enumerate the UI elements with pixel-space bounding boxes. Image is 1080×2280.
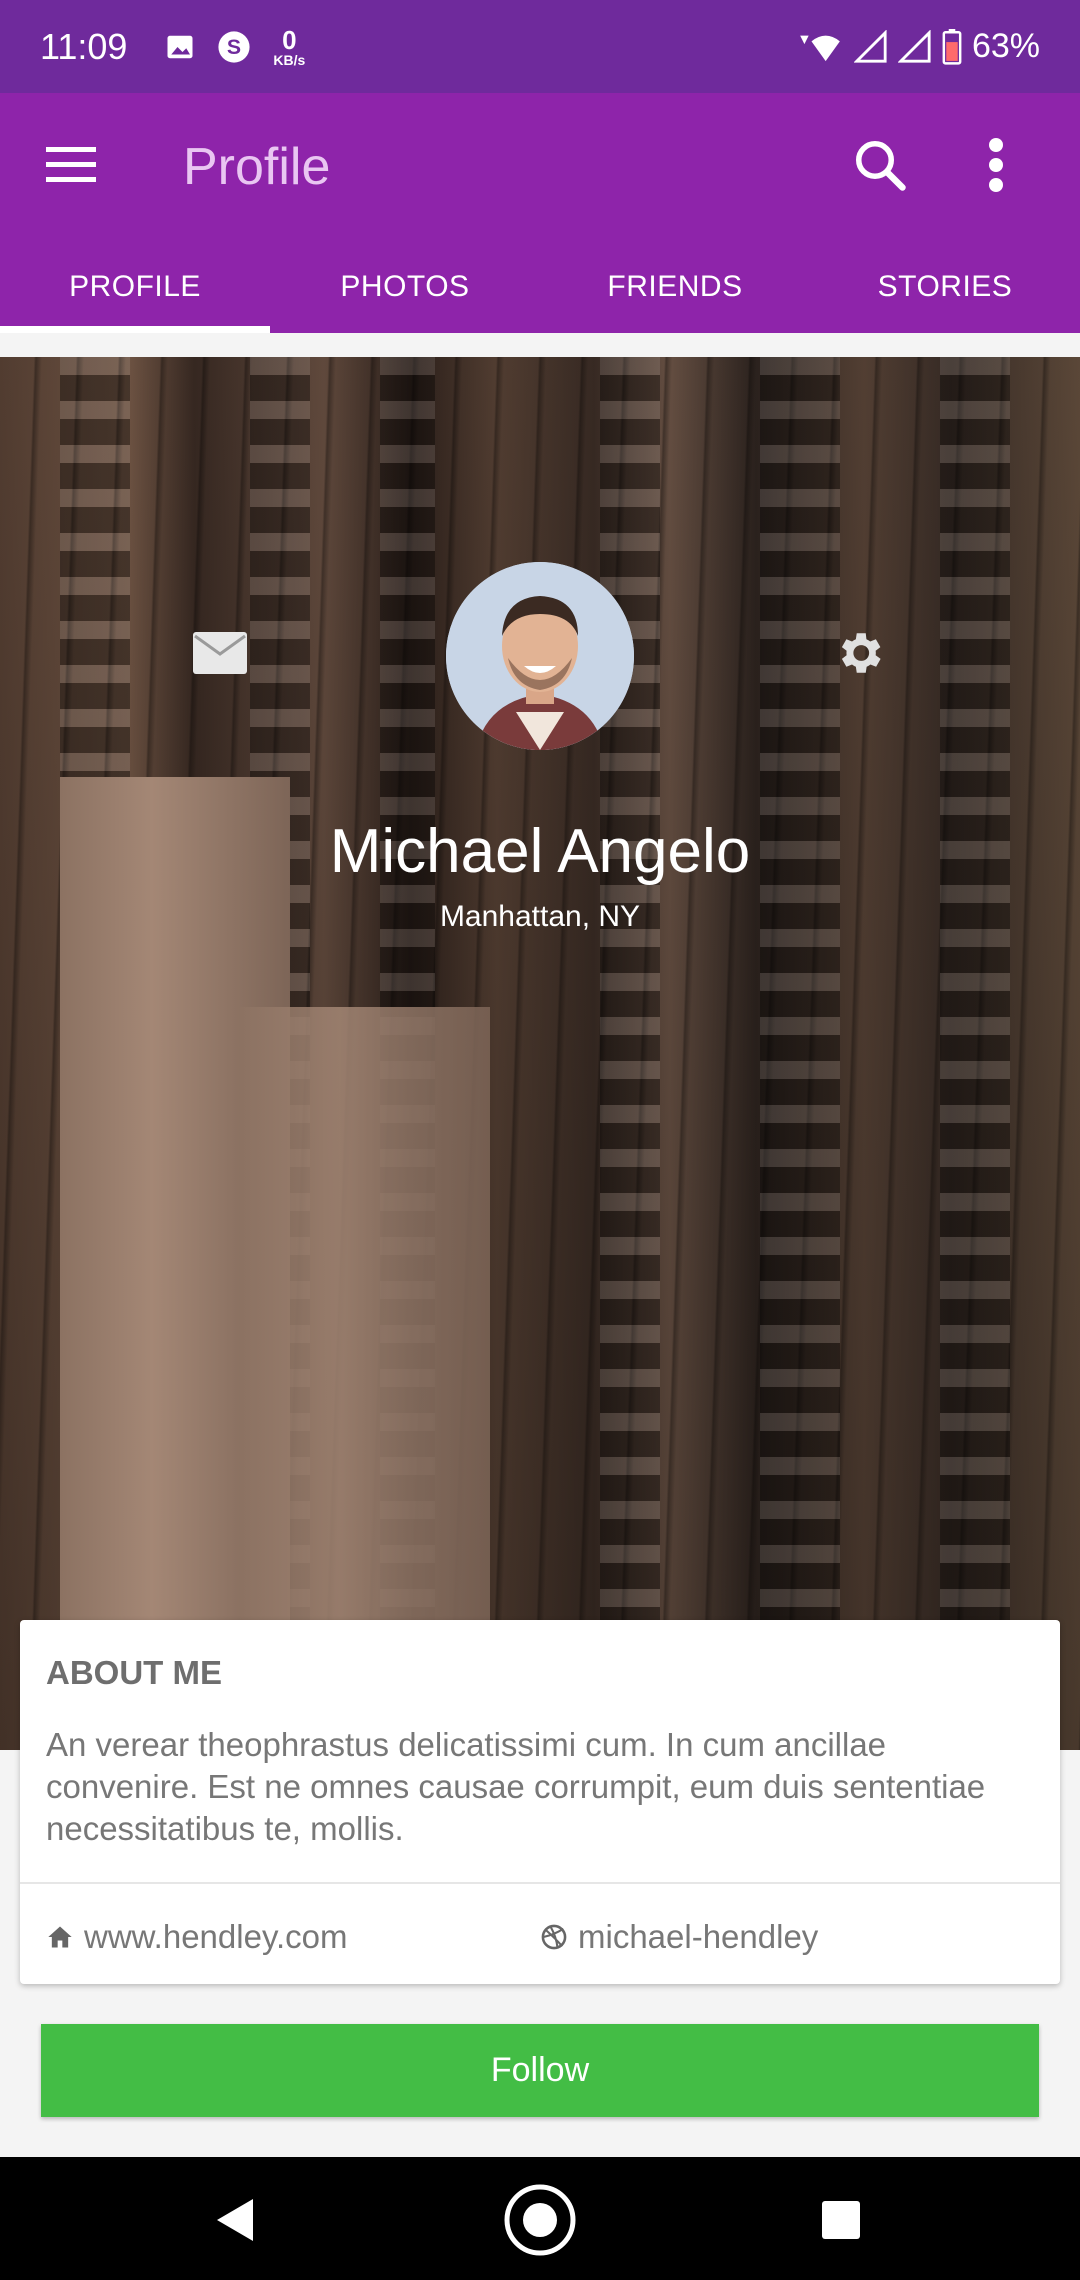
avatar[interactable] <box>446 562 634 750</box>
website-link[interactable]: www.hendley.com <box>46 1918 348 1956</box>
follow-button[interactable]: Follow <box>41 2024 1039 2117</box>
signal-icon-2 <box>897 29 931 63</box>
dribbble-icon <box>541 1924 567 1950</box>
status-bar: 11:09 S 0 KB/s 63% <box>0 0 1080 93</box>
tab-stories[interactable]: STORIES <box>810 240 1080 333</box>
search-icon[interactable] <box>850 135 910 195</box>
back-icon[interactable] <box>215 2197 255 2243</box>
more-vert-icon[interactable] <box>976 135 1016 195</box>
about-text: An verear theophrastus delicatissimi cum… <box>46 1726 986 1847</box>
tab-photos[interactable]: PHOTOS <box>270 240 540 333</box>
page-title: Profile <box>183 138 331 196</box>
mail-icon[interactable] <box>193 632 247 674</box>
divider <box>20 1882 1060 1884</box>
toolbar: Profile <box>0 93 1080 240</box>
home-icon <box>48 1926 72 1948</box>
battery-icon <box>942 28 962 65</box>
about-card: ABOUT ME An verear theophrastus delicati… <box>20 1620 1060 1984</box>
recents-icon[interactable] <box>822 2201 860 2239</box>
network-speed: 0 KB/s <box>273 24 306 68</box>
app-bar: Profile PROFILE PHOTOS FRIENDS STORIES <box>0 93 1080 333</box>
tab-bar: PROFILE PHOTOS FRIENDS STORIES <box>0 240 1080 333</box>
settings-icon[interactable] <box>832 626 886 680</box>
battery-level: 63% <box>971 27 1040 65</box>
signal-icon <box>853 29 887 63</box>
svg-text:S: S <box>227 35 241 59</box>
image-icon <box>167 35 193 58</box>
dribbble-link[interactable]: michael-hendley <box>540 1918 818 1956</box>
system-nav-bar <box>0 2157 1080 2280</box>
status-time: 11:09 <box>40 25 128 67</box>
profile-location: Manhattan, NY <box>439 900 641 933</box>
tab-friends[interactable]: FRIENDS <box>540 240 810 333</box>
profile-name: Michael Angelo <box>329 817 751 886</box>
wifi-icon <box>800 35 840 61</box>
tab-profile[interactable]: PROFILE <box>0 240 270 333</box>
skype-icon: S <box>218 30 251 63</box>
dribbble-text: michael-hendley <box>578 1918 819 1955</box>
about-title: ABOUT ME <box>46 1654 222 1691</box>
hamburger-icon[interactable] <box>46 145 96 185</box>
website-text: www.hendley.com <box>84 1918 348 1955</box>
home-button-icon[interactable] <box>503 2183 577 2257</box>
